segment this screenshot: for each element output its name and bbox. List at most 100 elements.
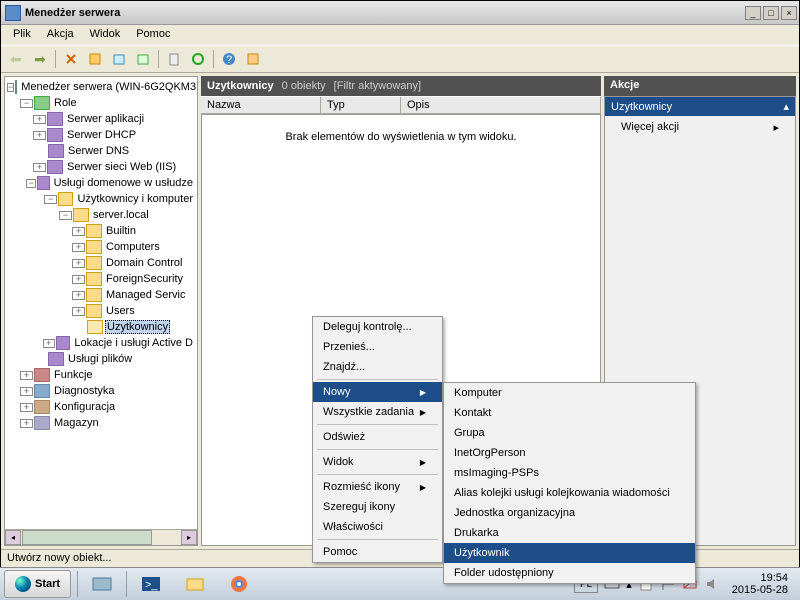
expand-icon[interactable]: + [20, 371, 33, 380]
expand-icon[interactable]: + [20, 419, 33, 428]
help-button[interactable]: ? [218, 48, 240, 70]
ctx-view[interactable]: Widok▶ [313, 452, 442, 472]
task-powershell[interactable]: >_ [129, 571, 173, 597]
tree-users-folder[interactable]: +Users [7, 303, 195, 319]
ctx-properties[interactable]: Właściwości [313, 517, 442, 537]
expand-icon[interactable]: + [72, 291, 85, 300]
tree-functions[interactable]: +Funkcje [7, 367, 195, 383]
tree-domain-control[interactable]: +Domain Control [7, 255, 195, 271]
ctx-new-computer[interactable]: Komputer [444, 383, 695, 403]
task-server-manager[interactable] [80, 571, 124, 597]
ctx-help[interactable]: Pomoc [313, 542, 442, 562]
collapse-icon[interactable]: − [20, 99, 33, 108]
tree-file-services[interactable]: Usługi plików [7, 351, 195, 367]
ctx-new[interactable]: Nowy▶ [313, 382, 442, 402]
tree-server-local[interactable]: −server.local [7, 207, 195, 223]
tree-horizontal-scrollbar[interactable]: ◂ ▸ [5, 529, 197, 545]
start-button[interactable]: Start [4, 570, 71, 598]
tree-ad-locations[interactable]: +Lokacje i usługi Active D [7, 335, 195, 351]
collapse-icon[interactable]: − [26, 179, 36, 188]
properties-button[interactable] [108, 48, 130, 70]
ctx-new-queue-alias[interactable]: Alias kolejki usługi kolejkowania wiadom… [444, 483, 695, 503]
expand-icon[interactable]: + [20, 387, 33, 396]
forward-button[interactable]: ➡ [29, 48, 51, 70]
expand-icon[interactable]: + [33, 115, 46, 124]
task-explorer[interactable] [173, 571, 217, 597]
ctx-new-contact[interactable]: Kontakt [444, 403, 695, 423]
delete-button[interactable] [163, 48, 185, 70]
action-more[interactable]: Więcej akcji ▸ [605, 116, 795, 139]
col-name[interactable]: Nazwa [201, 97, 321, 113]
ctx-new-shared-folder[interactable]: Folder udostępniony [444, 563, 695, 583]
ctx-all-tasks[interactable]: Wszystkie zadania▶ [313, 402, 442, 422]
export-button[interactable] [132, 48, 154, 70]
expand-icon[interactable]: + [33, 131, 46, 140]
toolbar-separator [55, 50, 56, 68]
menu-view[interactable]: Widok [82, 25, 129, 45]
collapse-icon[interactable]: − [44, 195, 57, 204]
menu-action[interactable]: Akcja [39, 25, 82, 45]
collapse-icon[interactable]: − [7, 83, 14, 92]
ctx-move[interactable]: Przenieś... [313, 337, 442, 357]
ctx-new-printer[interactable]: Drukarka [444, 523, 695, 543]
close-button[interactable]: × [781, 6, 797, 20]
folder-icon [86, 256, 102, 270]
ctx-new-group[interactable]: Grupa [444, 423, 695, 443]
tree-role[interactable]: −Role [7, 95, 195, 111]
ctx-delegate[interactable]: Deleguj kontrolę... [313, 317, 442, 337]
tree-dns[interactable]: Serwer DNS [7, 143, 195, 159]
tree-root[interactable]: −Menedżer serwera (WIN-6G2QKM3 [7, 79, 195, 95]
collapse-icon[interactable]: − [59, 211, 72, 220]
col-type[interactable]: Typ [321, 97, 401, 113]
expand-icon[interactable]: + [72, 227, 85, 236]
ctx-new-inetorgperson[interactable]: InetOrgPerson [444, 443, 695, 463]
toolbar: ⬅ ➡ ? [1, 45, 799, 73]
col-desc[interactable]: Opis [401, 97, 601, 113]
tree-storage[interactable]: +Magazyn [7, 415, 195, 431]
clock[interactable]: 19:54 2015-05-28 [726, 572, 794, 596]
ctx-new-org-unit[interactable]: Jednostka organizacyjna [444, 503, 695, 523]
ctx-new-msimaging[interactable]: msImaging-PSPs [444, 463, 695, 483]
tree-app-server[interactable]: +Serwer aplikacji [7, 111, 195, 127]
manage-button[interactable] [242, 48, 264, 70]
tree-uzytkownicy[interactable]: Uzytkownicy [7, 319, 195, 335]
expand-icon[interactable]: + [72, 307, 85, 316]
tree-diagnostics[interactable]: +Diagnostyka [7, 383, 195, 399]
tree-foreign-security[interactable]: +ForeignSecurity [7, 271, 195, 287]
tree-computers[interactable]: +Computers [7, 239, 195, 255]
expand-icon[interactable]: + [72, 275, 85, 284]
expand-icon[interactable]: + [72, 259, 85, 268]
menu-file[interactable]: Plik [5, 25, 39, 45]
tree-builtin[interactable]: +Builtin [7, 223, 195, 239]
expand-icon[interactable]: + [33, 163, 46, 172]
cut-button[interactable] [60, 48, 82, 70]
scroll-left-button[interactable]: ◂ [5, 530, 21, 545]
ctx-find[interactable]: Znajdź... [313, 357, 442, 377]
back-button[interactable]: ⬅ [5, 48, 27, 70]
refresh-button[interactable] [187, 48, 209, 70]
tree-iis[interactable]: +Serwer sieci Web (IIS) [7, 159, 195, 175]
expand-icon[interactable]: + [20, 403, 33, 412]
minimize-button[interactable]: _ [745, 6, 761, 20]
expand-icon[interactable]: + [72, 243, 85, 252]
tree-configuration[interactable]: +Konfiguracja [7, 399, 195, 415]
scroll-thumb[interactable] [22, 530, 152, 545]
tree-managed-service[interactable]: +Managed Servic [7, 287, 195, 303]
actions-context-title[interactable]: Uzytkownicy ▴ [605, 97, 795, 116]
task-chrome[interactable] [217, 571, 261, 597]
filter-button[interactable] [84, 48, 106, 70]
expand-icon[interactable]: + [43, 339, 55, 348]
titlebar[interactable]: Menedżer serwera _ □ × [1, 1, 799, 25]
tree-dhcp[interactable]: +Serwer DHCP [7, 127, 195, 143]
role-icon [34, 96, 50, 110]
scroll-right-button[interactable]: ▸ [181, 530, 197, 545]
menu-help[interactable]: Pomoc [128, 25, 178, 45]
ctx-align-icons[interactable]: Szereguj ikony [313, 497, 442, 517]
tree-domain-services[interactable]: −Usługi domenowe w usłudze [7, 175, 195, 191]
ctx-refresh[interactable]: Odśwież [313, 427, 442, 447]
ctx-new-user[interactable]: Użytkownik [444, 543, 695, 563]
maximize-button[interactable]: □ [763, 6, 779, 20]
volume-icon[interactable] [704, 576, 720, 592]
ctx-arrange-icons[interactable]: Rozmieść ikony▶ [313, 477, 442, 497]
tree-users-computers[interactable]: −Użytkownicy i komputer [7, 191, 195, 207]
